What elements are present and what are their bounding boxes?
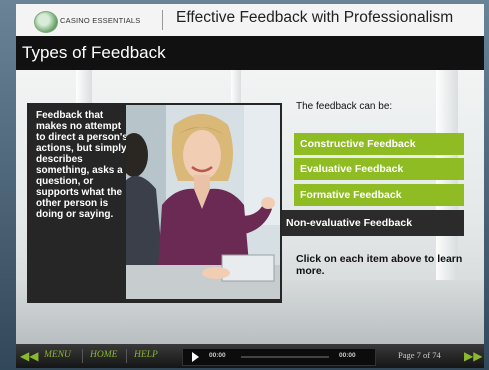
slide-frame: CASINO ESSENTIALS Effective Feedback wit… xyxy=(0,0,489,370)
page-number: Page 7 of 74 xyxy=(398,350,441,360)
audio-player: 00:00 00:00 xyxy=(182,348,376,366)
casino-essentials-logo-icon xyxy=(34,11,58,33)
feedback-intro-text: The feedback can be: xyxy=(296,101,393,112)
previous-arrow-icon[interactable]: ◀◀ xyxy=(20,348,38,364)
instruction-text: Click on each item above to learn more. xyxy=(296,253,463,277)
header-divider xyxy=(162,10,163,30)
next-arrow-icon[interactable]: ▶▶ xyxy=(464,348,482,364)
page-title-bar: Types of Feedback xyxy=(16,36,484,70)
course-title: Effective Feedback with Professionalism xyxy=(176,9,454,26)
menu-link[interactable]: MENU xyxy=(44,350,71,360)
seek-track[interactable] xyxy=(241,356,329,358)
evaluative-feedback-button[interactable]: Evaluative Feedback xyxy=(294,158,464,180)
navigation-bar: ◀◀ MENU HOME HELP 00:00 00:00 Page 7 of … xyxy=(16,344,484,368)
header-bar: CASINO ESSENTIALS Effective Feedback wit… xyxy=(16,4,484,36)
definition-text: Feedback that makes no attempt to direct… xyxy=(36,110,128,220)
nav-divider xyxy=(82,349,83,363)
total-time: 00:00 xyxy=(339,352,356,359)
constructive-feedback-button[interactable]: Constructive Feedback xyxy=(294,133,464,155)
woman-photo xyxy=(126,105,280,299)
nav-divider xyxy=(126,349,127,363)
formative-feedback-button[interactable]: Formative Feedback xyxy=(294,184,464,206)
page-title: Types of Feedback xyxy=(22,43,166,62)
logo-text: CASINO ESSENTIALS xyxy=(60,16,141,25)
help-link[interactable]: HELP xyxy=(134,350,158,360)
current-time: 00:00 xyxy=(209,352,226,359)
non-evaluative-feedback-button[interactable]: Non-evaluative Feedback xyxy=(282,210,464,236)
businesswoman-illustration xyxy=(126,105,280,299)
play-icon[interactable] xyxy=(192,352,199,362)
home-link[interactable]: HOME xyxy=(90,350,117,360)
